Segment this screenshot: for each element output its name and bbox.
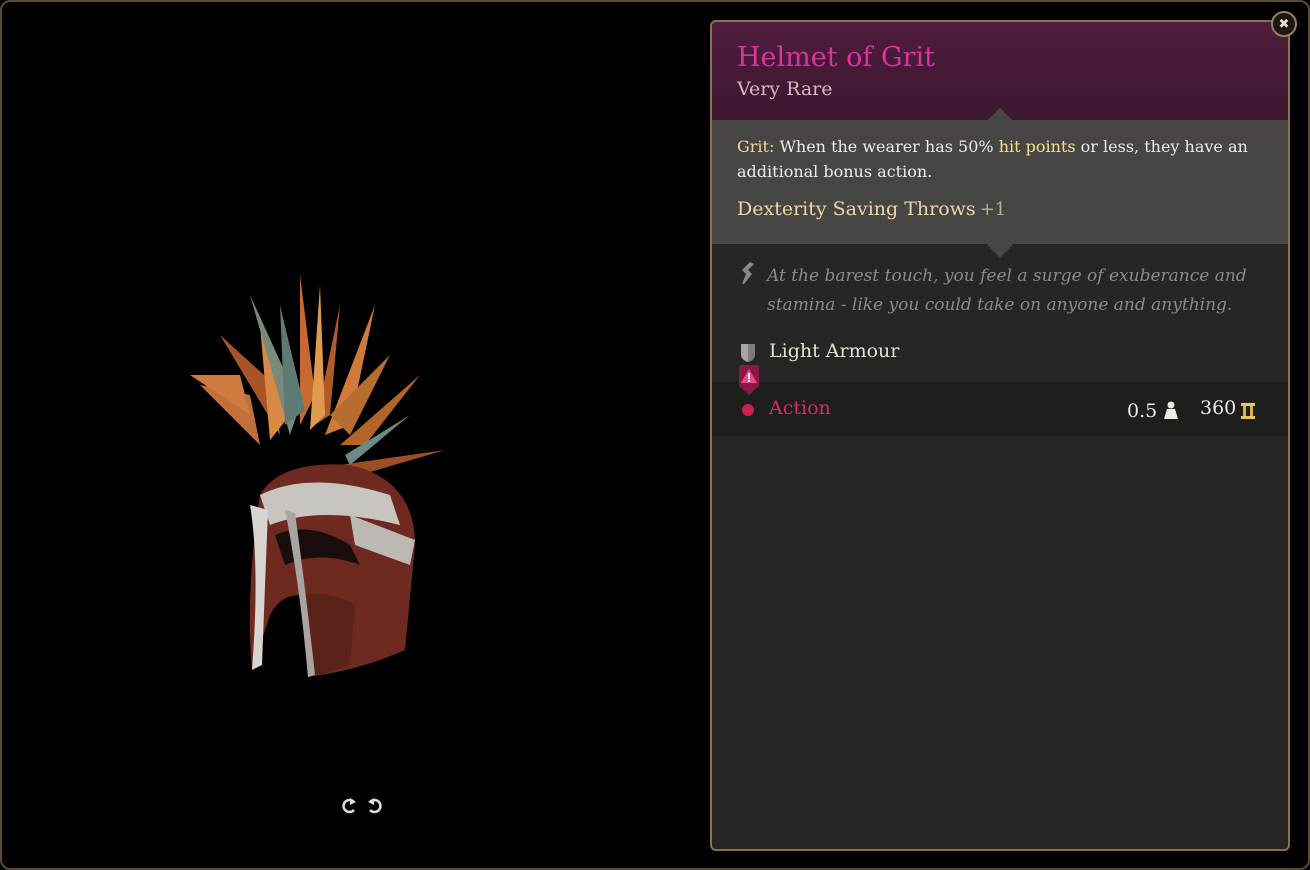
quill-icon [742, 262, 754, 284]
gold-icon [1241, 403, 1255, 419]
close-icon: ✖ [1278, 16, 1290, 32]
item-title: Helmet of Grit [737, 42, 935, 73]
item-tooltip-panel: Helmet of Grit Very Rare Grit: When the … [710, 20, 1290, 851]
item-weight: 0.5 [1127, 400, 1158, 422]
item-header: Helmet of Grit Very Rare [712, 22, 1288, 120]
stat-name: Dexterity Saving Throws [737, 198, 976, 220]
item-3d-viewer[interactable] [0, 0, 700, 870]
item-properties: Grit: When the wearer has 50% hit points… [712, 120, 1288, 244]
weight-icon [1164, 401, 1178, 419]
close-button[interactable]: ✖ [1271, 11, 1297, 37]
grit-text-part-1: When the wearer has 50% [774, 137, 999, 156]
rotate-right-icon[interactable] [366, 796, 384, 816]
action-dot-icon [742, 404, 754, 416]
grit-passive-description: Grit: When the wearer has 50% hit points… [737, 134, 1257, 184]
hit-points-link[interactable]: hit points [999, 137, 1076, 156]
item-rarity: Very Rare [737, 78, 833, 100]
item-price: 360 [1200, 397, 1237, 419]
warning-icon [739, 365, 759, 395]
grit-label: Grit: [737, 137, 775, 156]
armour-type: Light Armour [769, 340, 900, 362]
armour-icon [741, 344, 755, 362]
helmet-model-image [190, 275, 445, 677]
item-flavor-text: At the barest touch, you feel a surge of… [767, 266, 1247, 315]
dexterity-saving-throws-stat: Dexterity Saving Throws +1 [737, 198, 1006, 220]
stat-value: +1 [979, 199, 1007, 220]
rotate-left-icon[interactable] [340, 796, 358, 816]
action-label: Action [769, 397, 831, 419]
